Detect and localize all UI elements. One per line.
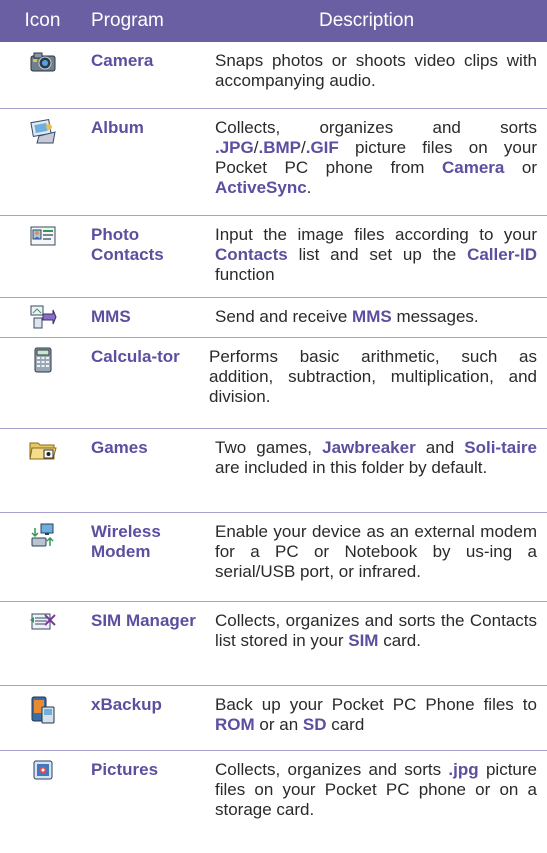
highlighted-term: Soli-taire <box>464 438 538 457</box>
highlighted-term: ActiveSync <box>215 178 307 197</box>
header-description: Description <box>318 10 415 31</box>
highlighted-term: .JPG <box>215 138 254 157</box>
program-description: Two games, Jawbreaker and Soli-taire are… <box>205 429 547 512</box>
description-text: Input the image files according to your <box>215 225 537 244</box>
description-text: function <box>215 265 275 284</box>
description-text: list and set up the <box>287 245 468 264</box>
highlighted-term: ROM <box>215 715 255 734</box>
description-text: . <box>306 178 312 197</box>
program-name: Games <box>91 438 148 457</box>
program-name: Photo Contacts <box>91 225 164 264</box>
games-folder-icon <box>0 429 85 512</box>
sim-manager-icon <box>0 602 85 685</box>
description-text: Collects, organizes and sorts <box>215 118 537 137</box>
program-description: Performs basic arithmetic, such as addit… <box>199 338 547 428</box>
description-text: Send and receive <box>215 307 353 326</box>
description-text: and <box>415 438 465 457</box>
program-description: Collects, organizes and sorts the Contac… <box>205 602 547 685</box>
program-name: xBackup <box>91 695 162 714</box>
photo-contacts-icon <box>0 216 85 297</box>
header-icon: Icon <box>24 10 61 31</box>
description-text: or an <box>254 715 303 734</box>
table-row: Photo Contacts Input the image files acc… <box>0 216 547 298</box>
program-name: MMS <box>91 307 131 326</box>
description-text: Back up your Pocket PC Phone files to <box>215 695 537 714</box>
program-description: Snaps photos or shoots video clips with … <box>205 42 547 108</box>
highlighted-term: Camera <box>441 158 505 177</box>
description-text: Enable your device as an external modem … <box>215 522 537 581</box>
description-text: Snaps photos or shoots video clips with … <box>215 51 537 90</box>
program-description: Collects, organizes and sorts .jpg pictu… <box>205 751 547 836</box>
program-name: Camera <box>91 51 154 70</box>
description-text: Performs basic arithmetic, such as addit… <box>209 347 537 406</box>
description-text: messages. <box>391 307 479 326</box>
highlighted-term: Jawbreaker <box>322 438 416 457</box>
table-row: Games Two games, Jawbreaker and Soli-tai… <box>0 429 547 513</box>
pictures-icon <box>0 751 85 836</box>
program-description: Back up your Pocket PC Phone files to RO… <box>205 686 547 750</box>
program-name: SIM Manager <box>91 611 196 630</box>
description-text: card <box>326 715 365 734</box>
table-row: Camera Snaps photos or shoots video clip… <box>0 42 547 109</box>
calculator-icon <box>0 338 85 428</box>
program-description: Input the image files according to your … <box>205 216 547 297</box>
highlighted-term: SD <box>302 715 327 734</box>
xbackup-icon <box>0 686 85 750</box>
description-text: card. <box>378 631 421 650</box>
highlighted-term: Contacts <box>215 245 288 264</box>
mms-icon <box>0 298 85 337</box>
description-text: or <box>504 158 537 177</box>
programs-table: Icon Program Description Camera Snaps ph… <box>0 0 547 836</box>
table-row: MMS Send and receive MMS messages. <box>0 298 547 338</box>
table-row: Pictures Collects, organizes and sorts .… <box>0 751 547 836</box>
highlighted-term: SIM <box>348 631 379 650</box>
table-row: Album Collects, organizes and sorts .JPG… <box>0 109 547 216</box>
table-header: Icon Program Description <box>0 0 547 42</box>
header-program: Program <box>91 10 164 31</box>
description-text: Two games, <box>215 438 323 457</box>
program-name: Calcula-tor <box>91 347 180 366</box>
program-name: Pictures <box>91 760 159 779</box>
table-row: SIM Manager Collects, organizes and sort… <box>0 602 547 686</box>
wireless-modem-icon <box>0 513 85 601</box>
program-name: Album <box>91 118 144 137</box>
program-description: Enable your device as an external modem … <box>205 513 547 601</box>
program-description: Send and receive MMS messages. <box>205 298 547 337</box>
album-icon <box>0 109 85 215</box>
highlighted-term: .GIF <box>305 138 339 157</box>
table-row: Wireless Modem Enable your device as an … <box>0 513 547 602</box>
highlighted-term: .BMP <box>258 138 301 157</box>
program-name: Wireless Modem <box>91 522 161 561</box>
description-text: are included in this folder by default. <box>215 458 488 477</box>
table-row: Calcula-tor Performs basic arithmetic, s… <box>0 338 547 429</box>
table-row: xBackup Back up your Pocket PC Phone fil… <box>0 686 547 751</box>
highlighted-term: Caller-ID <box>467 245 537 264</box>
highlighted-term: MMS <box>352 307 392 326</box>
description-text: Collects, organizes and sorts <box>215 760 449 779</box>
highlighted-term: .jpg <box>448 760 479 779</box>
camera-icon <box>0 42 85 108</box>
program-description: Collects, organizes and sorts .JPG/.BMP/… <box>205 109 547 215</box>
